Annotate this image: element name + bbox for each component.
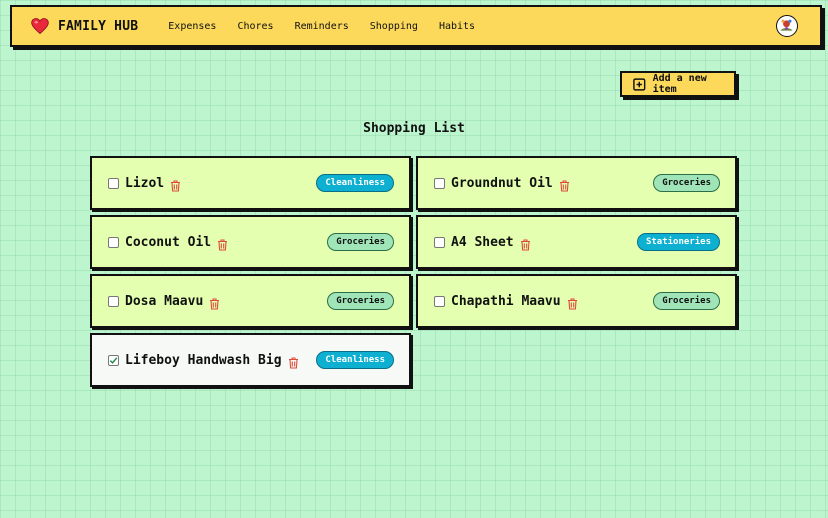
category-badge: Groceries	[327, 233, 394, 251]
category-badge: Groceries	[653, 174, 720, 192]
trash-icon[interactable]	[170, 177, 181, 192]
nav-link-expenses[interactable]: Expenses	[168, 21, 216, 32]
trash-icon[interactable]	[559, 177, 570, 192]
shopping-item-card: Coconut Oil Groceries	[90, 215, 411, 269]
item-name: Groundnut Oil	[451, 175, 553, 191]
item-checkbox[interactable]	[434, 295, 445, 307]
category-badge: Groceries	[327, 292, 394, 310]
nav-link-habits[interactable]: Habits	[439, 21, 475, 32]
avatar[interactable]	[776, 15, 798, 37]
check-icon	[109, 356, 118, 364]
category-badge: Cleanliness	[316, 174, 394, 192]
item-name: Coconut Oil	[125, 234, 212, 250]
category-badge: Groceries	[653, 292, 720, 310]
shopping-item-card: Groundnut Oil Groceries	[416, 156, 737, 210]
item-checkbox[interactable]	[434, 177, 445, 189]
item-checkbox[interactable]	[434, 236, 445, 248]
item-name: Dosa Maavu	[125, 293, 204, 309]
item-checkbox[interactable]	[108, 295, 119, 307]
item-checkbox[interactable]	[108, 354, 119, 366]
avatar-image	[777, 16, 796, 35]
plus-square-icon	[633, 77, 646, 91]
shopping-item-card: Lifeboy Handwash Big Cleanliness	[90, 333, 411, 387]
brand[interactable]: FAMILY HUB	[30, 16, 138, 36]
page-title: Shopping List	[363, 121, 465, 136]
item-name: Chapathi Maavu	[451, 293, 561, 309]
item-name: Lizol	[125, 175, 165, 191]
shopping-item-card: Lizol Cleanliness	[90, 156, 411, 210]
shopping-item-card: Dosa Maavu Groceries	[90, 274, 411, 328]
trash-icon[interactable]	[288, 354, 299, 369]
nav-link-chores[interactable]: Chores	[237, 21, 273, 32]
shopping-item-card: Chapathi Maavu Groceries	[416, 274, 737, 328]
trash-icon[interactable]	[217, 236, 228, 251]
top-navbar: FAMILY HUB Expenses Chores Reminders Sho…	[10, 5, 822, 47]
item-name: A4 Sheet	[451, 234, 514, 250]
trash-icon[interactable]	[567, 295, 578, 310]
category-badge: Cleanliness	[316, 351, 394, 369]
add-item-label: Add a new item	[652, 73, 707, 95]
shopping-list-grid: Lizol Cleanliness Groundnut Oil Groceries Co…	[90, 156, 739, 387]
nav-link-reminders[interactable]: Reminders	[295, 21, 349, 32]
item-checkbox[interactable]	[108, 236, 119, 248]
shopping-item-card: A4 Sheet Stationeries	[416, 215, 737, 269]
add-item-button[interactable]: Add a new item	[620, 71, 736, 97]
item-checkbox[interactable]	[108, 177, 119, 189]
nav-links: Expenses Chores Reminders Shopping Habit…	[168, 21, 496, 32]
trash-icon[interactable]	[209, 295, 220, 310]
item-name: Lifeboy Handwash Big	[125, 352, 282, 368]
nav-link-shopping[interactable]: Shopping	[370, 21, 418, 32]
heart-icon	[31, 18, 49, 35]
category-badge: Stationeries	[636, 233, 720, 251]
app-title: FAMILY HUB	[58, 18, 139, 34]
trash-icon[interactable]	[520, 236, 531, 251]
